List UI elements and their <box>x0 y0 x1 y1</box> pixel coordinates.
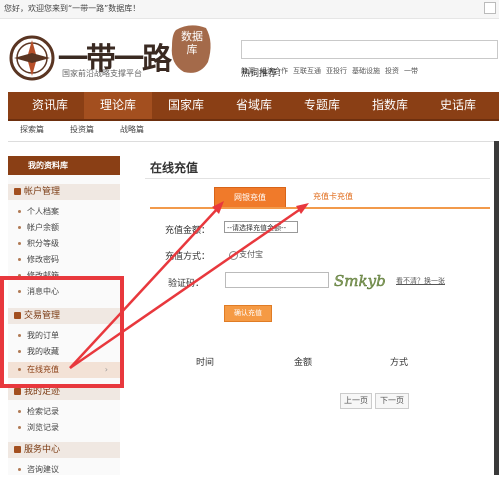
sidebar-item-feedback[interactable]: 咨询建议 <box>8 462 120 478</box>
main-nav: 资讯库 理论库 国家库 省域库 专题库 指数库 史话库 <box>8 92 499 121</box>
refresh-captcha-link[interactable]: 看不清？换一张 <box>396 276 445 286</box>
item-label: 在线充值 <box>27 365 59 374</box>
amount-label: 充值金额： <box>165 226 211 236</box>
sidebar-item-search-history[interactable]: 检索记录 <box>8 404 120 420</box>
bullet-icon <box>18 426 21 429</box>
nav-item-index[interactable]: 指数库 <box>356 92 424 119</box>
bullet-icon <box>18 368 21 371</box>
nav-item-theory[interactable]: 理论库 <box>84 92 152 119</box>
hot-word[interactable]: 投资 <box>385 67 399 75</box>
subnav-item[interactable]: 战略篇 <box>120 124 144 135</box>
welcome-text: 您好，欢迎您来到“一带一路”数据库！ <box>4 4 141 13</box>
footprint-icon <box>14 388 21 395</box>
subnav-item[interactable]: 投资篇 <box>70 124 94 135</box>
captcha-image: Smkyb <box>334 272 386 290</box>
hot-words-label: 热词推荐： <box>241 69 287 79</box>
column-header-method: 方式 <box>390 358 409 368</box>
search-input[interactable] <box>241 40 498 59</box>
scrollbar[interactable] <box>494 141 499 475</box>
nav-item-history[interactable]: 史话库 <box>424 92 492 119</box>
sidebar-title: 我的资料库 <box>8 156 120 175</box>
section-label: 服务中心 <box>24 445 61 455</box>
compass-logo-icon <box>9 35 55 81</box>
bullet-icon <box>18 410 21 413</box>
sidebar-item-balance[interactable]: 帐户余额 <box>8 220 120 236</box>
chevron-right-icon: › <box>104 365 108 374</box>
sidebar-section-trade: 交易管理 <box>8 308 120 324</box>
nav-item-country[interactable]: 国家库 <box>152 92 220 119</box>
tagline: 国家前沿战略支撑平台 <box>62 69 142 78</box>
bullet-icon <box>18 274 21 277</box>
column-header-amount: 金额 <box>294 358 313 368</box>
heart-icon <box>14 446 21 453</box>
bullet-icon <box>18 290 21 293</box>
bullet-icon <box>18 226 21 229</box>
sidebar-item-browse-history[interactable]: 浏览记录 <box>8 420 120 436</box>
bullet-icon <box>18 210 21 213</box>
sidebar-section-footprint: 我的足迹 <box>8 384 120 400</box>
tab-card-recharge[interactable]: 充值卡充值 <box>298 187 368 207</box>
bookmark-icon[interactable] <box>484 2 496 14</box>
hot-word[interactable]: 互联互通 <box>293 67 321 75</box>
sub-nav: 探索篇 投资篇 战略篇 <box>8 120 499 142</box>
submit-button[interactable]: 确认充值 <box>224 305 272 322</box>
item-label: 消息中心 <box>27 287 59 296</box>
sidebar-item-profile[interactable]: 个人档案 <box>8 204 120 220</box>
nav-item-news[interactable]: 资讯库 <box>16 92 84 119</box>
nav-item-province[interactable]: 省域库 <box>220 92 288 119</box>
amount-select[interactable]: --请选择充值金额-- <box>224 221 298 233</box>
item-label: 我的收藏 <box>27 347 59 356</box>
bullet-icon <box>18 468 21 471</box>
sidebar-item-password[interactable]: 修改密码 <box>8 252 120 268</box>
bullet-icon <box>18 242 21 245</box>
captcha-label: 验证码： <box>168 279 205 289</box>
item-label: 修改邮箱 <box>27 271 59 280</box>
user-icon <box>14 188 21 195</box>
section-label: 交易管理 <box>24 311 61 321</box>
seal-logo: 数据库 <box>170 22 214 78</box>
alipay-label: 支付宝 <box>239 250 263 259</box>
sidebar-item-points[interactable]: 积分等级 <box>8 236 120 252</box>
hot-words: 热词推荐： 能源 经济合作 互联互通 亚投行 基础设施 投资 一带 <box>241 66 423 79</box>
seal-text: 数据库 <box>181 30 203 56</box>
sidebar-item-orders[interactable]: 我的订单 <box>8 328 120 344</box>
nav-item-topic[interactable]: 专题库 <box>288 92 356 119</box>
page-title: 在线充值 <box>150 161 199 175</box>
next-page-button[interactable]: 下一页 <box>375 393 409 409</box>
captcha-text: Smkyb <box>334 272 386 290</box>
section-label: 我的足迹 <box>24 387 61 397</box>
item-label: 修改密码 <box>27 255 59 264</box>
section-label: 帐户管理 <box>24 187 61 197</box>
hot-word[interactable]: 基础设施 <box>352 67 380 75</box>
tab-bank-recharge[interactable]: 网银充值 <box>214 187 286 209</box>
alipay-radio[interactable] <box>229 251 238 260</box>
item-label: 积分等级 <box>27 239 59 248</box>
hot-word[interactable]: 亚投行 <box>326 67 347 75</box>
bullet-icon <box>18 334 21 337</box>
sidebar-section-account: 帐户管理 <box>8 184 120 200</box>
sidebar-item-favorites[interactable]: 我的收藏 <box>8 344 120 360</box>
sidebar: 我的资料库 帐户管理 个人档案 帐户余额 积分等级 修改密码 修改邮箱 消息中心… <box>8 156 120 475</box>
sidebar-item-recharge[interactable]: 在线充值 › <box>8 362 120 378</box>
divider <box>145 178 490 179</box>
item-label: 浏览记录 <box>27 423 59 432</box>
item-label: 我的订单 <box>27 331 59 340</box>
sidebar-item-messages[interactable]: 消息中心 <box>8 284 120 300</box>
captcha-input[interactable] <box>225 272 329 288</box>
item-label: 个人档案 <box>27 207 59 216</box>
sidebar-section-service: 服务中心 <box>8 442 120 458</box>
method-label: 充值方式： <box>165 252 211 262</box>
bullet-icon <box>18 258 21 261</box>
tab-underline <box>150 207 490 209</box>
column-header-time: 时间 <box>196 358 215 368</box>
folder-icon <box>14 312 21 319</box>
bullet-icon <box>18 350 21 353</box>
prev-page-button[interactable]: 上一页 <box>340 393 372 409</box>
item-label: 帐户余额 <box>27 223 59 232</box>
item-label: 检索记录 <box>27 407 59 416</box>
item-label: 咨询建议 <box>27 465 59 474</box>
sidebar-item-email[interactable]: 修改邮箱 <box>8 268 120 284</box>
hot-word[interactable]: 一带 <box>404 67 418 75</box>
subnav-item[interactable]: 探索篇 <box>20 124 44 135</box>
